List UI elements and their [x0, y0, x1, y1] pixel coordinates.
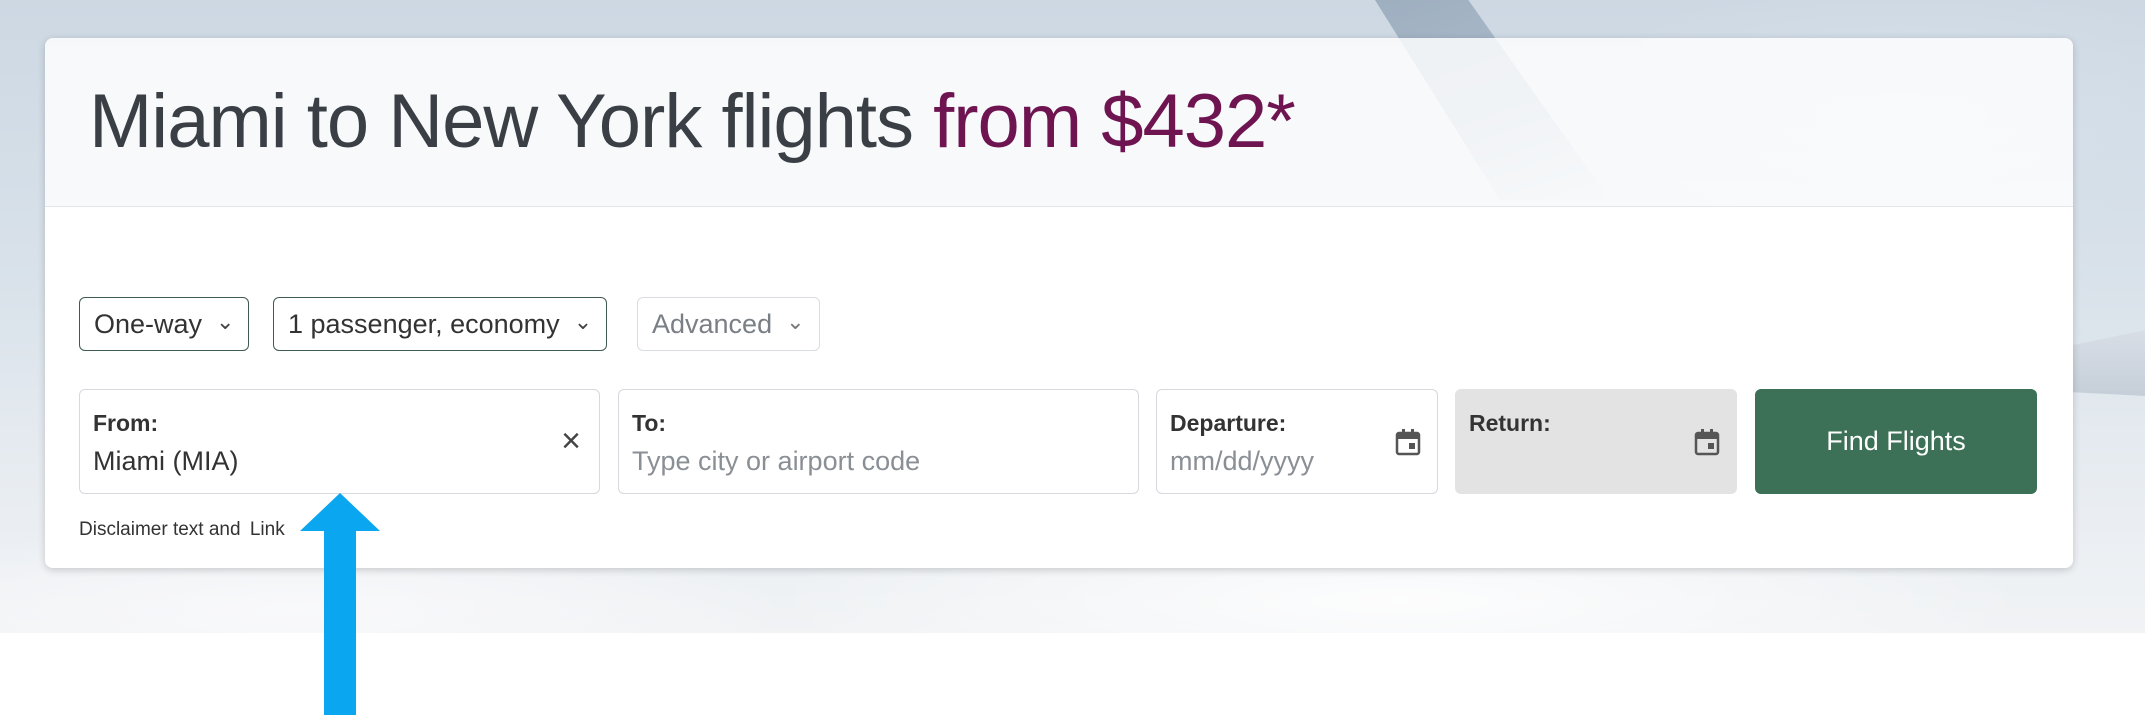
disclaimer-link[interactable]: Link: [250, 519, 285, 540]
from-label: From:: [93, 410, 159, 436]
card-header: Miami to New York flights from $432*: [45, 38, 2073, 206]
page-title: Miami to New York flights from $432*: [89, 78, 1296, 165]
page-title-route: Miami to New York flights: [89, 79, 914, 164]
departure-input[interactable]: mm/dd/yyyy: [1170, 446, 1314, 477]
return-label: Return:: [1469, 410, 1551, 436]
chevron-down-icon: ⌄: [216, 309, 235, 334]
from-field[interactable]: From: Miami (MIA) ×: [79, 389, 600, 494]
trip-type-label: One-way: [94, 308, 203, 339]
to-input[interactable]: Type city or airport code: [632, 446, 920, 477]
page-title-price: from $432*: [933, 79, 1296, 164]
advanced-label: Advanced: [652, 308, 773, 339]
passengers-label: 1 passenger, economy: [288, 308, 560, 339]
chevron-down-icon: ⌄: [786, 309, 805, 334]
to-field[interactable]: To: Type city or airport code: [618, 389, 1139, 494]
disclaimer: Disclaimer text and Link: [79, 519, 285, 541]
advanced-dropdown[interactable]: Advanced ⌄: [637, 297, 820, 351]
disclaimer-text: Disclaimer text and: [79, 519, 241, 540]
calendar-icon[interactable]: [1395, 428, 1421, 456]
chevron-down-icon: ⌄: [573, 309, 593, 334]
return-field: Return:: [1455, 389, 1737, 494]
find-flights-button[interactable]: Find Flights: [1755, 389, 2037, 494]
to-label: To:: [632, 410, 667, 436]
departure-label: Departure:: [1170, 410, 1287, 436]
trip-type-dropdown[interactable]: One-way ⌄: [79, 297, 250, 351]
close-icon[interactable]: ×: [561, 424, 581, 458]
departure-field[interactable]: Departure: mm/dd/yyyy: [1156, 389, 1438, 494]
arrow-up-icon: [300, 493, 380, 715]
flight-search-card: Miami to New York flights from $432* One…: [45, 38, 2073, 568]
passengers-dropdown[interactable]: 1 passenger, economy ⌄: [273, 297, 608, 351]
from-value[interactable]: Miami (MIA): [93, 446, 238, 477]
calendar-icon: [1694, 429, 1720, 456]
